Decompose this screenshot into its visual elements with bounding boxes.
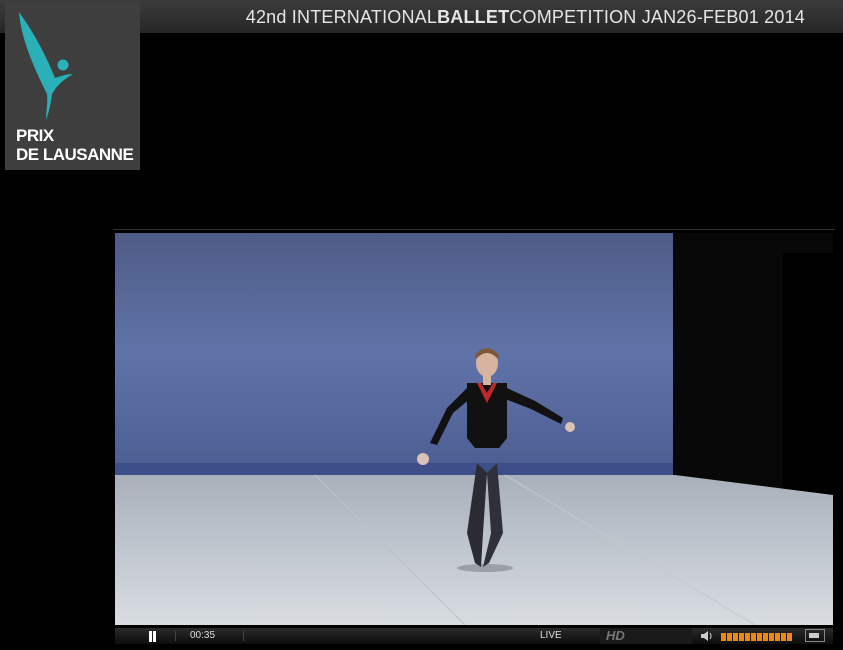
volume-button[interactable] — [700, 628, 716, 644]
fullscreen-icon — [809, 633, 819, 638]
volume-slider[interactable] — [721, 633, 793, 641]
prix-de-lausanne-logo[interactable]: PRIX DE LAUSANNE — [5, 2, 140, 170]
volume-segment — [757, 633, 762, 641]
elapsed-time: 00:35 — [190, 630, 216, 641]
video-player[interactable]: 00:35 LIVE HD — [113, 229, 835, 644]
logo-text: PRIX DE LAUSANNE — [16, 126, 134, 164]
player-controls: 00:35 LIVE HD — [115, 628, 833, 644]
volume-segment — [721, 633, 726, 641]
speaker-icon — [701, 631, 712, 641]
volume-segment — [775, 633, 780, 641]
fullscreen-button[interactable] — [805, 629, 825, 642]
title-part1: 42nd INTERNATIONAL — [245, 7, 438, 27]
title-part2: COMPETITION JAN26-FEB01 2014 — [509, 7, 805, 27]
volume-segment — [751, 633, 756, 641]
competition-title: 42nd INTERNATIONALBALLETCOMPETITION JAN2… — [246, 7, 805, 28]
divider — [243, 631, 244, 641]
video-frame[interactable] — [115, 233, 833, 625]
dancer-logo-icon — [19, 12, 73, 120]
volume-segment — [733, 633, 738, 641]
volume-segment — [727, 633, 732, 641]
volume-segment — [739, 633, 744, 641]
hd-toggle-button[interactable]: HD — [600, 628, 692, 644]
volume-segment — [769, 633, 774, 641]
volume-segment — [763, 633, 768, 641]
logo-line1: PRIX — [16, 126, 54, 145]
logo-line2: DE LAUSANNE — [16, 145, 134, 164]
volume-segment — [787, 633, 792, 641]
volume-segment — [781, 633, 786, 641]
pause-button[interactable] — [145, 628, 159, 644]
ballet-stage-video — [115, 233, 833, 625]
divider — [175, 631, 176, 641]
volume-segment — [745, 633, 750, 641]
title-bold: BALLET — [437, 7, 510, 27]
live-indicator[interactable]: LIVE — [540, 628, 562, 644]
